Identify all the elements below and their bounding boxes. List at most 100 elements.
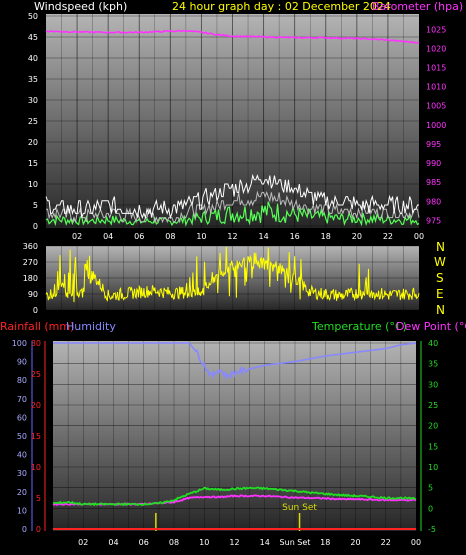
- wind-left-tick-label: 45: [28, 33, 38, 42]
- temperature-tick-label: 25: [428, 401, 438, 410]
- wind-x-tick-label: 14: [258, 232, 268, 241]
- temperature-tick-label: 10: [428, 463, 438, 472]
- wind-title-center: 24 hour graph day : 02 December 2024: [172, 0, 391, 13]
- temperature-tick-label: 0: [428, 504, 433, 513]
- wind-left-tick-label: 50: [28, 12, 38, 21]
- temperature-tick-label: 30: [428, 380, 438, 389]
- temperature-tick-label: 40: [428, 339, 438, 348]
- temp-x-tick-label: 00: [411, 538, 421, 547]
- temperature-tick-label: 35: [428, 360, 438, 369]
- temperature-axis-ticks: -5 0 5 10 15 20 25 30 35 40: [428, 339, 438, 534]
- wind-x-tick-label: 00: [414, 232, 424, 241]
- temp-x-tick-label: 22: [381, 538, 391, 547]
- humidity-axis-ticks: 0 10 20 30 40 50 60 70 80 90 100: [12, 339, 27, 534]
- barometer-axis-ticks: 975 980 985 990 995 1000 1005 1010 1015 1020 1025: [426, 25, 446, 225]
- barometer-tick-label: 985: [426, 178, 441, 187]
- barometer-tick-label: 1025: [426, 25, 446, 34]
- humidity-tick-label: 30: [17, 469, 27, 478]
- humidity-tick-label: 0: [22, 525, 27, 534]
- direction-axis-ticks: 0 90 180 270 360: [23, 242, 38, 315]
- direction-tick-label: 180: [23, 274, 38, 283]
- compass-label-n-bottom: N: [436, 303, 445, 317]
- temp-x-tick-label: 18: [320, 538, 330, 547]
- temp-x-tick-label: 14: [260, 538, 270, 547]
- wind-x-tick-label: 22: [383, 232, 393, 241]
- rain-tick-label: 15: [31, 432, 41, 441]
- humidity-tick-label: 20: [17, 488, 27, 497]
- humidity-tick-label: 60: [17, 413, 27, 422]
- direction-tick-label: 360: [23, 242, 38, 251]
- barometer-tick-label: 1000: [426, 121, 446, 130]
- sun-set-label: Sun Set: [282, 503, 317, 513]
- temp-x-tick-label: 10: [199, 538, 209, 547]
- wind-left-tick-label: 5: [33, 201, 38, 210]
- wind-title-left: Windspeed (kph): [34, 0, 127, 13]
- wind-left-axis-ticks: 0 5 10 15 20 25 30 35 40 45 50: [28, 12, 38, 231]
- wind-x-tick-label: 12: [227, 232, 237, 241]
- barometer-tick-label: 990: [426, 159, 441, 168]
- legend-rainfall: Rainfall (mm): [0, 320, 74, 333]
- temp-x-tick-label: 02: [78, 538, 88, 547]
- legend-humidity: Humidity: [66, 320, 116, 333]
- compass-label-w: W: [434, 255, 446, 269]
- rain-tick-label: 5: [36, 494, 41, 503]
- wind-x-axis-ticks: 02 04 06 08 10 12 14 16 18 20 22 00: [72, 232, 424, 241]
- wind-left-tick-label: 35: [28, 75, 38, 84]
- wind-x-tick-label: 16: [290, 232, 300, 241]
- temperature-tick-label: 20: [428, 422, 438, 431]
- rain-tick-label: 25: [31, 370, 41, 379]
- legend-temperature: Temperature (°C): [311, 320, 407, 333]
- barometer-tick-label: 1020: [426, 44, 446, 53]
- wind-x-tick-label: 20: [352, 232, 362, 241]
- wind-x-tick-label: 04: [103, 232, 113, 241]
- rain-tick-label: 10: [31, 463, 41, 472]
- wind-left-tick-label: 30: [28, 96, 38, 105]
- barometer-tick-label: 1010: [426, 83, 446, 92]
- barometer-tick-label: 1005: [426, 102, 446, 111]
- direction-tick-label: 90: [28, 290, 38, 299]
- humidity-tick-label: 10: [17, 506, 27, 515]
- barometer-tick-label: 975: [426, 216, 441, 225]
- wind-left-tick-label: 10: [28, 180, 38, 189]
- temperature-tick-label: -5: [428, 525, 436, 534]
- wind-x-tick-label: 18: [321, 232, 331, 241]
- wind-x-tick-label: 02: [72, 232, 82, 241]
- compass-label-e: E: [436, 287, 444, 301]
- wind-left-tick-label: 25: [28, 117, 38, 126]
- temperature-tick-label: 15: [428, 442, 438, 451]
- rain-tick-label: 0: [36, 525, 41, 534]
- wind-x-tick-label: 08: [165, 232, 175, 241]
- humidity-tick-label: 90: [17, 358, 27, 367]
- direction-tick-label: 270: [23, 258, 38, 267]
- humidity-tick-label: 40: [17, 451, 27, 460]
- temp-x-tick-label: Sun Set: [280, 538, 311, 547]
- temp-x-tick-label: 08: [169, 538, 179, 547]
- temp-x-tick-label: 20: [350, 538, 360, 547]
- humidity-tick-label: 70: [17, 395, 27, 404]
- barometer-tick-label: 980: [426, 197, 441, 206]
- weather-graph-canvas: 05101520253035404550 9759809859909951000…: [0, 0, 466, 547]
- wind-left-tick-label: 40: [28, 54, 38, 63]
- legend-dewpoint: Dew Point (°C): [396, 320, 466, 333]
- temp-x-tick-label: 06: [139, 538, 149, 547]
- rain-tick-label: 30: [31, 339, 41, 348]
- compass-label-n-top: N: [436, 240, 445, 254]
- wind-left-tick-label: 15: [28, 159, 38, 168]
- temperature-tick-label: 5: [428, 484, 433, 493]
- compass-label-s: S: [436, 271, 444, 285]
- barometer-tick-label: 995: [426, 140, 441, 149]
- direction-tick-label: 0: [33, 306, 38, 315]
- humidity-tick-label: 80: [17, 376, 27, 385]
- wind-left-tick-label: 0: [33, 222, 38, 231]
- wind-x-tick-label: 10: [196, 232, 206, 241]
- temp-x-axis-ticks: 02 04 06 08 10 12 14 Sun Set 18 20 22 00: [78, 538, 421, 547]
- rain-tick-label: 20: [31, 401, 41, 410]
- barometer-tick-label: 1015: [426, 64, 446, 73]
- humidity-tick-label: 50: [17, 432, 27, 441]
- wind-left-tick-label: 20: [28, 138, 38, 147]
- wind-title-right: Barometer (hpa): [372, 0, 463, 13]
- wind-x-tick-label: 06: [134, 232, 144, 241]
- temp-x-tick-label: 12: [229, 538, 239, 547]
- temp-x-tick-label: 04: [108, 538, 118, 547]
- humidity-tick-label: 100: [12, 339, 27, 348]
